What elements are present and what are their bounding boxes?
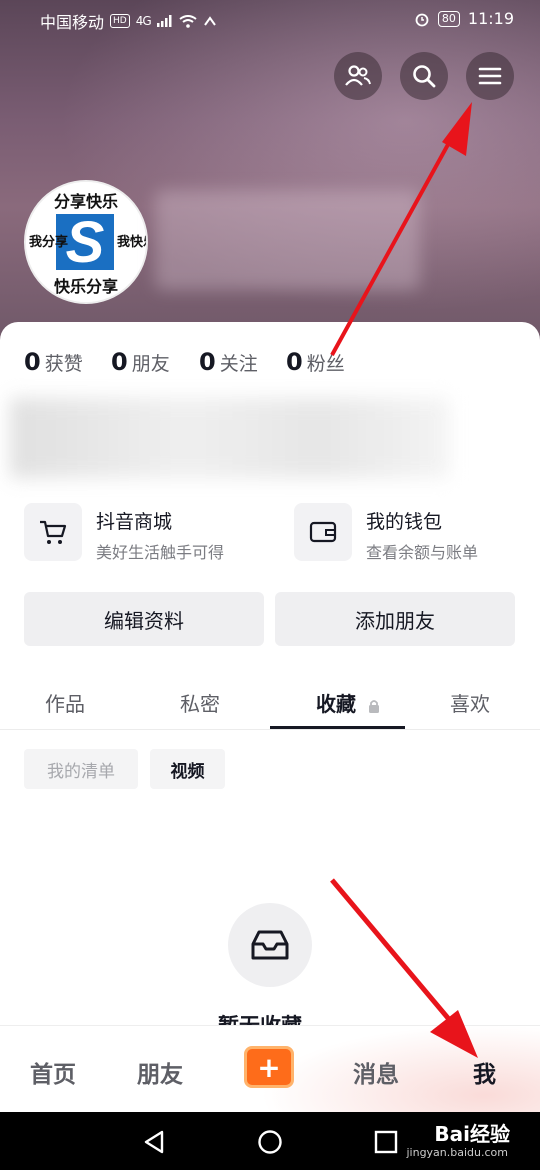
avatar-text-right: 我快乐 <box>117 234 146 250</box>
clock: 11:19 <box>467 9 514 28</box>
tab-private[interactable]: 私密 <box>180 688 220 717</box>
avatar[interactable]: S 分享快乐 快乐分享 我分享 我快乐 <box>24 180 148 304</box>
nav-friends[interactable]: 朋友 <box>137 1055 183 1089</box>
avatar-text-left: 我分享 <box>29 234 68 250</box>
nav-me[interactable]: 我 <box>473 1055 496 1089</box>
menu-icon <box>478 67 502 85</box>
cart-icon <box>40 520 67 544</box>
friends-icon <box>345 65 371 86</box>
network-label: 4G <box>135 14 152 28</box>
stat-friends[interactable]: 0 朋友 <box>111 348 170 376</box>
stat-friends-number: 0 <box>111 348 128 376</box>
alarm-icon <box>415 13 429 26</box>
stat-friends-label: 朋友 <box>131 353 170 375</box>
empty-state-icon-circle <box>228 903 312 987</box>
search-icon <box>413 65 436 88</box>
carrier-name: 中国移动 <box>40 13 105 32</box>
recents-icon[interactable] <box>372 1128 400 1156</box>
signal-icon <box>156 15 172 27</box>
watermark-brand: Bai经验 <box>434 1122 510 1146</box>
blurred-username <box>155 190 420 290</box>
wallet-icon <box>309 521 337 543</box>
mall-title[interactable]: 抖音商城 <box>96 507 172 534</box>
bottom-nav-decoration <box>260 1025 540 1113</box>
video-chip[interactable]: 视频 <box>150 749 225 789</box>
tab-likes[interactable]: 喜欢 <box>450 688 490 717</box>
stat-following-label: 关注 <box>219 353 258 375</box>
nav-messages[interactable]: 消息 <box>353 1055 399 1089</box>
nav-home[interactable]: 首页 <box>30 1055 76 1089</box>
stat-following[interactable]: 0 关注 <box>199 348 258 376</box>
avatar-logo-letter: S <box>66 210 105 275</box>
tab-divider <box>0 729 540 730</box>
wallet-subtitle: 查看余额与账单 <box>366 543 479 562</box>
wallet-icon-box[interactable] <box>294 503 352 561</box>
tab-favorites[interactable]: 收藏 <box>316 688 381 717</box>
inbox-icon <box>251 930 289 960</box>
add-friend-button[interactable]: 添加朋友 <box>275 592 515 646</box>
stat-followers-label: 粉丝 <box>306 353 345 375</box>
home-icon[interactable] <box>256 1128 284 1156</box>
hd-badge: HD <box>110 14 130 28</box>
mall-icon-box[interactable] <box>24 503 82 561</box>
edit-profile-button[interactable]: 编辑资料 <box>24 592 264 646</box>
stat-following-number: 0 <box>199 348 216 376</box>
menu-button[interactable] <box>466 52 514 100</box>
stat-likes-number: 0 <box>24 348 41 376</box>
stat-followers[interactable]: 0 粉丝 <box>286 348 345 376</box>
avatar-text-top: 分享快乐 <box>54 192 118 211</box>
stat-likes-label: 获赞 <box>44 353 83 375</box>
link-icon <box>203 16 216 26</box>
my-list-chip[interactable]: 我的清单 <box>24 749 138 789</box>
stat-likes[interactable]: 0 获赞 <box>24 348 83 376</box>
avatar-text-bottom: 快乐分享 <box>54 277 118 296</box>
lock-icon <box>368 699 379 713</box>
search-button[interactable] <box>400 52 448 100</box>
stat-followers-number: 0 <box>286 348 303 376</box>
status-bar: 中国移动 HD 4G 80 11:19 <box>0 0 540 38</box>
wallet-title[interactable]: 我的钱包 <box>366 507 442 534</box>
mall-subtitle: 美好生活触手可得 <box>96 543 225 562</box>
friends-button[interactable] <box>334 52 382 100</box>
battery-indicator: 80 <box>437 10 460 27</box>
back-icon[interactable] <box>140 1128 168 1156</box>
wifi-icon <box>179 14 197 28</box>
watermark-url: jingyan.baidu.com <box>406 1146 508 1159</box>
avatar-logo: S 分享快乐 快乐分享 我分享 我快乐 <box>26 182 146 302</box>
create-button[interactable]: + <box>244 1046 294 1088</box>
tab-favorites-label: 收藏 <box>316 692 356 716</box>
tab-works[interactable]: 作品 <box>45 688 85 717</box>
blurred-bio <box>10 398 450 478</box>
